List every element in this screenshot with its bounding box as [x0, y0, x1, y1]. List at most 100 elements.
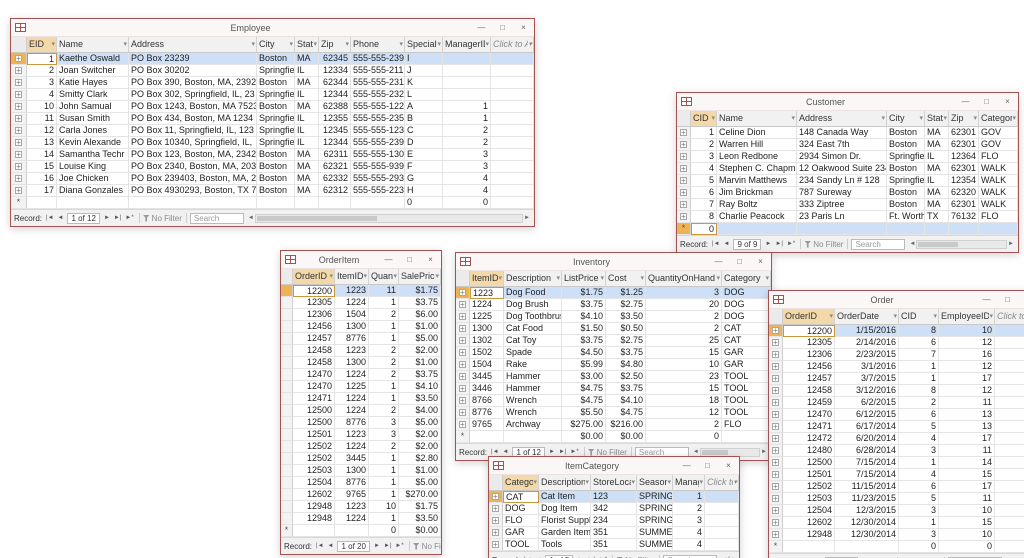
table-cell[interactable]: Cat Food [504, 323, 562, 335]
expand-icon[interactable]: + [680, 153, 687, 161]
table-cell[interactable]: 555-555-235 [351, 113, 405, 125]
expand-icon[interactable]: + [459, 361, 466, 369]
table-cell[interactable] [995, 361, 1024, 373]
table-cell[interactable]: $6.00 [399, 309, 441, 321]
expand-icon[interactable]: + [459, 349, 466, 357]
table-cell[interactable] [979, 223, 1018, 235]
nav-next-button[interactable]: ► [372, 538, 382, 554]
table-row[interactable]: +12504 12/3/2015 3 10 [769, 505, 1024, 517]
table-cell[interactable] [995, 541, 1024, 553]
table-cell[interactable]: $4.75 [562, 395, 606, 407]
column-header[interactable]: OrderID ▾ [783, 309, 835, 325]
table-row[interactable]: +4 Stephen C. Chapman 12 Oakwood Suite 234… [677, 163, 1018, 175]
table-cell[interactable]: 8 [899, 385, 939, 397]
table-row[interactable]: +3 Katie Hayes PO Box 390, Boston, MA, 239… [11, 77, 534, 89]
table-row[interactable]: +12459 6/2/2015 2 11 [769, 397, 1024, 409]
table-cell[interactable] [491, 53, 534, 65]
column-header[interactable]: Description ▾ [539, 475, 591, 491]
close-button[interactable]: × [513, 19, 534, 36]
table-row[interactable]: 12456 1300 1 $1.00 [281, 321, 441, 333]
table-cell[interactable]: D [405, 137, 443, 149]
scroll-right-icon[interactable]: ► [1007, 241, 1015, 247]
table-cell[interactable] [491, 161, 534, 173]
table-row[interactable]: +12305 2/14/2016 6 12 [769, 337, 1024, 349]
column-header[interactable]: Category ▾ [722, 271, 771, 287]
table-cell[interactable]: $4.50 [562, 347, 606, 359]
table-cell[interactable]: 3 [369, 429, 399, 441]
sort-dropdown-icon[interactable]: ▾ [533, 475, 537, 490]
table-cell[interactable]: B [405, 113, 443, 125]
sort-dropdown-icon[interactable]: ▾ [313, 37, 317, 52]
column-header[interactable]: Name ▾ [717, 111, 797, 127]
select-all-corner[interactable] [281, 269, 293, 285]
row-selector[interactable] [281, 405, 293, 417]
table-cell[interactable]: PO Box 11, Springfield, IL, 123 [129, 125, 257, 137]
row-selector[interactable]: + [11, 77, 27, 89]
table-cell[interactable]: $1.75 [399, 501, 441, 513]
nav-next-button[interactable]: ► [860, 554, 870, 558]
table-cell[interactable]: 555-555-223 [351, 185, 405, 197]
row-selector[interactable]: + [456, 335, 470, 347]
table-cell[interactable] [995, 481, 1024, 493]
close-button[interactable]: × [997, 93, 1018, 110]
row-selector[interactable]: + [769, 517, 783, 529]
sort-dropdown-icon[interactable]: ▾ [251, 37, 255, 52]
maximize-button[interactable]: □ [399, 251, 420, 268]
sort-dropdown-icon[interactable]: ▾ [933, 309, 937, 324]
row-selector[interactable]: + [677, 151, 691, 163]
row-selector[interactable]: + [489, 527, 503, 539]
table-row[interactable]: +12200 1/15/2016 8 10 [769, 325, 1024, 337]
table-cell[interactable]: $1.75 [562, 287, 606, 299]
table-cell[interactable]: 3445 [335, 453, 369, 465]
table-cell[interactable]: Boston [887, 187, 925, 199]
sort-dropdown-icon[interactable]: ▾ [973, 111, 977, 126]
table-row[interactable]: 12200 1223 11 $1.75 [281, 285, 441, 297]
window-titlebar[interactable]: OrderItem — □ × [281, 251, 441, 269]
row-selector[interactable]: + [489, 515, 503, 527]
record-position[interactable]: 1 of 5 [545, 554, 574, 558]
maximize-button[interactable]: □ [997, 291, 1018, 308]
table-cell[interactable]: 3 [691, 151, 717, 163]
table-cell[interactable] [491, 113, 534, 125]
table-cell[interactable]: Joan Switcher [57, 65, 129, 77]
expand-icon[interactable]: + [680, 165, 687, 173]
table-row[interactable]: 12948 1223 10 $1.75 [281, 501, 441, 513]
table-row[interactable]: + TOOLTools351SUMMER4 [489, 539, 739, 551]
search-input[interactable]: Search [663, 554, 718, 558]
table-cell[interactable]: 1225 [335, 381, 369, 393]
table-cell[interactable]: 16 [939, 349, 995, 361]
table-row[interactable]: +12456 3/1/2016 1 12 [769, 361, 1024, 373]
table-cell[interactable] [995, 421, 1024, 433]
table-cell[interactable] [491, 137, 534, 149]
sort-dropdown-icon[interactable]: ▾ [329, 269, 333, 284]
table-row[interactable]: + FLO Florist Suppl 234 SPRING 3 [489, 515, 739, 527]
nav-last-button[interactable]: ►| [870, 554, 882, 558]
table-row[interactable]: +1 Celine Dion 148 Canada Way Boston MA 62301… [677, 127, 1018, 139]
table-cell[interactable] [705, 539, 739, 551]
table-cell[interactable]: 25 [646, 335, 722, 347]
table-cell[interactable]: $3.75 [562, 335, 606, 347]
table-cell[interactable]: 0 [899, 541, 939, 553]
table-cell[interactable]: MA [295, 53, 319, 65]
table-cell[interactable] [491, 185, 534, 197]
table-cell[interactable]: 1 [369, 393, 399, 405]
table-cell[interactable]: $3.75 [399, 297, 441, 309]
table-cell[interactable]: 62301 [949, 199, 979, 211]
table-row[interactable]: +8 Charlie Peacock 23 Paris Ln Ft. Worth TX 7… [677, 211, 1018, 223]
expand-icon[interactable]: + [772, 435, 779, 443]
table-cell[interactable]: 17 [27, 185, 57, 197]
table-cell[interactable]: 3/12/2016 [835, 385, 899, 397]
row-selector[interactable]: + [456, 419, 470, 431]
table-cell[interactable]: IL [925, 175, 949, 187]
row-selector[interactable]: + [769, 397, 783, 409]
table-cell[interactable]: $2.00 [399, 441, 441, 453]
table-cell[interactable]: H [405, 185, 443, 197]
table-cell[interactable]: 12500 [293, 417, 335, 429]
table-cell[interactable]: 7/15/2014 [835, 469, 899, 481]
table-cell[interactable]: 11 [939, 493, 995, 505]
table-cell[interactable]: $3.50 [399, 513, 441, 525]
row-selector[interactable] [281, 333, 293, 345]
row-selector[interactable] [281, 465, 293, 477]
table-cell[interactable]: 234 Sandy Ln # 128 [797, 175, 887, 187]
table-cell[interactable]: 1 [369, 453, 399, 465]
